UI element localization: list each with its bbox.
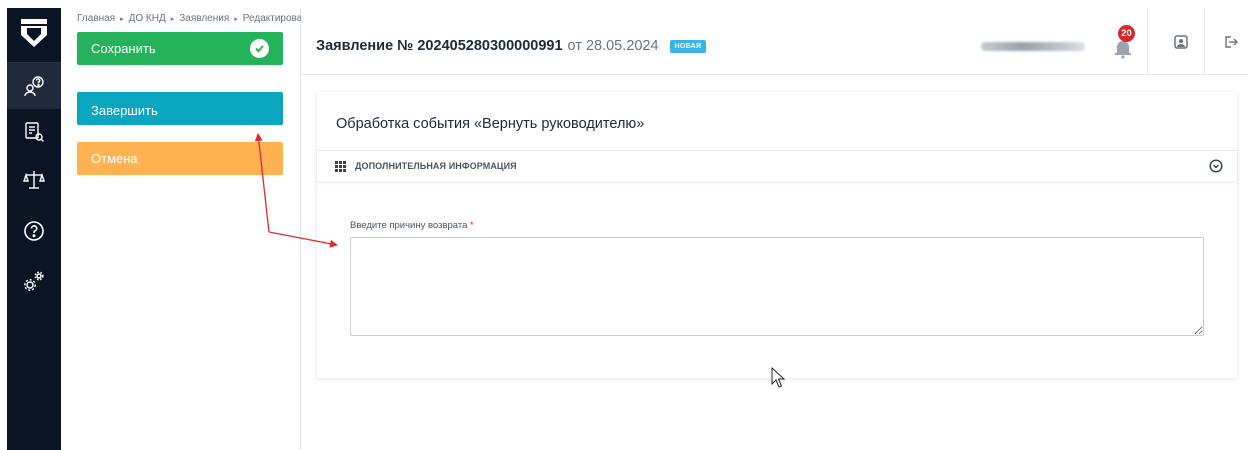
nav-item-law[interactable]: [21, 167, 47, 193]
breadcrumb-separator: ▸: [234, 15, 238, 23]
actions-panel: Главная ▸ ДО КНД ▸ Заявления ▸ Редактиро…: [61, 8, 319, 450]
nav-item-settings[interactable]: [21, 268, 47, 294]
finish-button[interactable]: Завершить: [77, 92, 283, 125]
reason-label-text: Введите причину возврата: [350, 220, 468, 231]
chevron-down-circle-icon[interactable]: [1209, 159, 1223, 173]
breadcrumb-separator: ▸: [120, 15, 124, 23]
breadcrumb-item-knd[interactable]: ДО КНД: [129, 13, 166, 24]
main-nav: [7, 8, 61, 450]
cancel-button-label: Отмена: [91, 151, 138, 166]
profile-icon: [1174, 35, 1188, 49]
breadcrumb: Главная ▸ ДО КНД ▸ Заявления ▸ Редактиро…: [77, 13, 319, 24]
save-button[interactable]: Сохранить: [77, 32, 283, 65]
save-button-label: Сохранить: [91, 41, 156, 56]
finish-button-label: Завершить: [91, 103, 158, 118]
return-reason-textarea[interactable]: [350, 237, 1204, 336]
event-card: Обработка события «Вернуть руководителю»…: [317, 92, 1237, 378]
checkmark-icon: [250, 39, 269, 58]
help-circle-icon: [24, 221, 44, 241]
status-badge: НОВАЯ: [669, 39, 707, 53]
app-window: Главная ▸ ДО КНД ▸ Заявления ▸ Редактиро…: [7, 8, 1248, 450]
cancel-button[interactable]: Отмена: [77, 142, 283, 175]
nav-item-user-help[interactable]: [7, 63, 61, 109]
reason-field-label: Введите причину возврата *: [350, 220, 474, 231]
notifications-button[interactable]: 20: [1111, 25, 1135, 60]
nav-item-help[interactable]: [21, 218, 47, 244]
header-divider: [1204, 8, 1205, 74]
logo-icon[interactable]: [17, 16, 51, 50]
profile-button[interactable]: [1169, 30, 1193, 54]
user-name-blurred[interactable]: [981, 42, 1085, 51]
section-label: ДОПОЛНИТЕЛЬНАЯ ИНФОРМАЦИЯ: [355, 161, 517, 171]
breadcrumb-item-home[interactable]: Главная: [77, 13, 115, 24]
breadcrumb-item-applications[interactable]: Заявления: [179, 13, 229, 24]
required-asterisk: *: [470, 220, 474, 231]
notification-count: 20: [1118, 25, 1135, 42]
nav-item-documents[interactable]: [21, 119, 47, 145]
breadcrumb-separator: ▸: [170, 15, 175, 23]
scales-icon: [23, 171, 45, 189]
page-title: Заявление № 202405280300000991 от 28.05.…: [316, 38, 707, 54]
document-search-icon: [25, 122, 44, 142]
logout-button[interactable]: [1219, 30, 1243, 54]
settings-gears-icon: [24, 271, 44, 291]
section-header-additional-info[interactable]: ДОПОЛНИТЕЛЬНАЯ ИНФОРМАЦИЯ: [317, 150, 1237, 181]
grid-icon: [335, 161, 346, 172]
doc-number: Заявление № 202405280300000991: [316, 38, 563, 54]
page-header: Заявление № 202405280300000991 от 28.05.…: [301, 8, 1248, 75]
user-help-icon: [24, 76, 44, 97]
doc-date: от 28.05.2024: [567, 38, 659, 54]
header-divider: [1147, 8, 1148, 74]
card-title: Обработка события «Вернуть руководителю»: [336, 116, 645, 132]
logout-icon: [1225, 36, 1238, 48]
